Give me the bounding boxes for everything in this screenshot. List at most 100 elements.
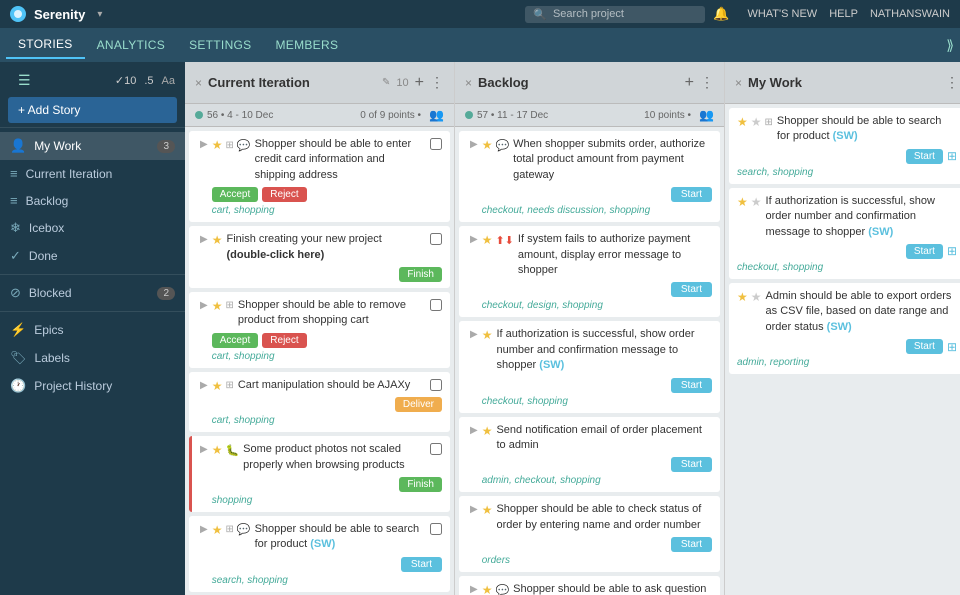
star-icon[interactable]: ★ (212, 233, 223, 247)
comment-icon[interactable]: 💬 (237, 139, 251, 152)
reject-button[interactable]: Reject (262, 333, 306, 348)
hamburger-icon[interactable]: ☰ (10, 72, 39, 89)
start-button[interactable]: Start (671, 457, 712, 472)
tab-settings[interactable]: SETTINGS (177, 32, 263, 58)
sidebar-item-project-history[interactable]: 🕐 Project History (0, 372, 185, 400)
add-story-button[interactable]: + Add Story (8, 97, 177, 123)
expand-arrow[interactable]: ▶ (470, 137, 478, 150)
card-checkbox[interactable] (430, 299, 442, 311)
expand-icon[interactable]: ⊞ (225, 380, 233, 391)
tab-stories[interactable]: STORIES (6, 31, 85, 59)
start-button[interactable]: Start (671, 187, 712, 202)
card-checkbox[interactable] (430, 379, 442, 391)
story-card[interactable]: ▶ ★ ⊞ 💬 Shopper should be able to enter … (189, 131, 450, 222)
expand-arrow[interactable]: ▶ (200, 298, 208, 311)
expand-arrow[interactable]: ▶ (200, 137, 208, 150)
expand-icon[interactable]: ⊞ (225, 140, 233, 151)
card-checkbox[interactable] (430, 523, 442, 535)
backlog-add-button[interactable]: + (685, 74, 694, 92)
sidebar-item-my-work[interactable]: 👤 My Work 3 (0, 132, 185, 160)
sidebar-item-labels[interactable]: 🏷 Labels (0, 344, 185, 372)
expand-arrow[interactable]: ▶ (200, 442, 208, 455)
star-icon[interactable]: ★ (737, 290, 748, 304)
expand-arrow[interactable]: ▶ (470, 582, 478, 595)
app-caret[interactable]: ▾ (97, 9, 102, 20)
story-card[interactable]: ▶ ★ ⊞ 💬 Shopper should be able to search… (189, 516, 450, 592)
mw-close-button[interactable]: × (735, 76, 742, 90)
start-button[interactable]: Start (401, 557, 442, 572)
story-card[interactable]: ▶ ★ Shopper should be able to check stat… (459, 496, 720, 572)
story-card[interactable]: ▶ ★ ⊞ Cart manipulation should be AJAXy (189, 372, 450, 432)
expand-arrow[interactable]: ▶ (200, 522, 208, 535)
expand-arrow[interactable]: ▶ (200, 232, 208, 245)
sidebar-item-current-iteration[interactable]: ≡ Current Iteration (0, 160, 185, 187)
mw-menu-button[interactable]: ⋮ (945, 74, 959, 91)
sidebar-item-icebox[interactable]: ❄ Icebox (0, 214, 185, 242)
story-card[interactable]: ▶ ★ 💬 When shopper submits order, author… (459, 131, 720, 222)
card-checkbox[interactable] (430, 233, 442, 245)
ci-menu-button[interactable]: ⋮ (430, 74, 444, 91)
collapse-button[interactable]: ⟫ (946, 37, 954, 54)
whats-new-link[interactable]: WHAT'S NEW (747, 8, 817, 20)
accept-button[interactable]: Accept (212, 187, 259, 202)
expand-arrow[interactable]: ▶ (470, 327, 478, 340)
mw-story-card[interactable]: ★ ★ Admin should be able to export order… (729, 283, 960, 374)
mw-plus-icon[interactable]: ⊞ (947, 340, 957, 354)
start-button[interactable]: Start (671, 537, 712, 552)
mw-start-button[interactable]: Start (906, 339, 943, 354)
star-icon[interactable]: ★ (212, 138, 223, 152)
star-icon[interactable]: ★ (482, 424, 493, 438)
story-card[interactable]: ▶ ★ ⬆⬇ If system fails to authorize paym… (459, 226, 720, 317)
sidebar-item-done[interactable]: ✓ Done (0, 242, 185, 270)
mw-story-card[interactable]: ★ ★ ⊞ Shopper should be able to search f… (729, 108, 960, 184)
sidebar-item-blocked[interactable]: ⊘ Blocked 2 (0, 279, 185, 307)
comment-icon[interactable]: 💬 (495, 584, 509, 595)
mw-start-button[interactable]: Start (906, 244, 943, 259)
backlog-menu-button[interactable]: ⋮ (700, 74, 714, 91)
ci-close-button[interactable]: × (195, 76, 202, 90)
expand-arrow[interactable]: ▶ (470, 502, 478, 515)
help-link[interactable]: HELP (829, 8, 858, 20)
mw-plus-icon[interactable]: ⊞ (947, 244, 957, 258)
star-icon[interactable]: ★ (212, 299, 223, 313)
card-checkbox[interactable] (430, 138, 442, 150)
finish-button[interactable]: Finish (399, 477, 442, 492)
star-icon[interactable]: ★ (482, 328, 493, 342)
star-icon[interactable]: ★ (737, 195, 748, 209)
search-input[interactable] (553, 8, 693, 20)
sidebar-item-backlog[interactable]: ≡ Backlog (0, 187, 185, 214)
star-icon[interactable]: ★ (482, 503, 493, 517)
comment-icon[interactable]: 💬 (495, 139, 509, 152)
star-icon[interactable]: ★ (212, 379, 223, 393)
tab-analytics[interactable]: ANALYTICS (85, 32, 178, 58)
story-card[interactable]: ▶ ★ Send notification email of order pla… (459, 417, 720, 493)
notification-bell[interactable]: 🔔 (713, 6, 729, 22)
ci-add-button[interactable]: + (415, 74, 424, 92)
accept-button[interactable]: Accept (212, 333, 259, 348)
backlog-close-button[interactable]: × (465, 76, 472, 90)
story-card[interactable]: ▶ ★ 💬 Shopper should be able to ask ques… (459, 576, 720, 595)
story-card[interactable]: ▶ ★ 🐛 Some product photos not scaled pro… (189, 436, 450, 512)
star-icon[interactable]: ★ (482, 583, 493, 595)
star-icon[interactable]: ★ (212, 443, 223, 457)
expand-arrow[interactable]: ▶ (470, 423, 478, 436)
star-icon[interactable]: ★ (482, 138, 493, 152)
sidebar-item-epics[interactable]: ⚡ Epics (0, 316, 185, 344)
story-card[interactable]: ▶ ★ If authorization is successful, show… (459, 321, 720, 412)
star-icon[interactable]: ★ (737, 115, 748, 129)
reject-button[interactable]: Reject (262, 187, 306, 202)
font-size-icon[interactable]: Aa (162, 75, 175, 87)
story-card[interactable]: ▶ ★ Finish creating your new project (do… (189, 226, 450, 288)
deliver-button[interactable]: Deliver (395, 397, 442, 412)
expand-icon[interactable]: ⊞ (765, 117, 773, 128)
expand-icon[interactable]: ⊞ (225, 524, 233, 535)
start-button[interactable]: Start (671, 378, 712, 393)
star-icon[interactable]: ★ (212, 523, 223, 537)
story-card[interactable]: ▶ ★ ⊞ Shopper should be able to remove p… (189, 292, 450, 368)
mw-start-button[interactable]: Start (906, 149, 943, 164)
expand-arrow[interactable]: ▶ (200, 378, 208, 391)
expand-arrow[interactable]: ▶ (470, 232, 478, 245)
mw-story-card[interactable]: ★ ★ If authorization is successful, show… (729, 188, 960, 279)
user-menu[interactable]: NATHANSWAIN (870, 8, 950, 20)
tab-members[interactable]: MEMBERS (263, 32, 350, 58)
